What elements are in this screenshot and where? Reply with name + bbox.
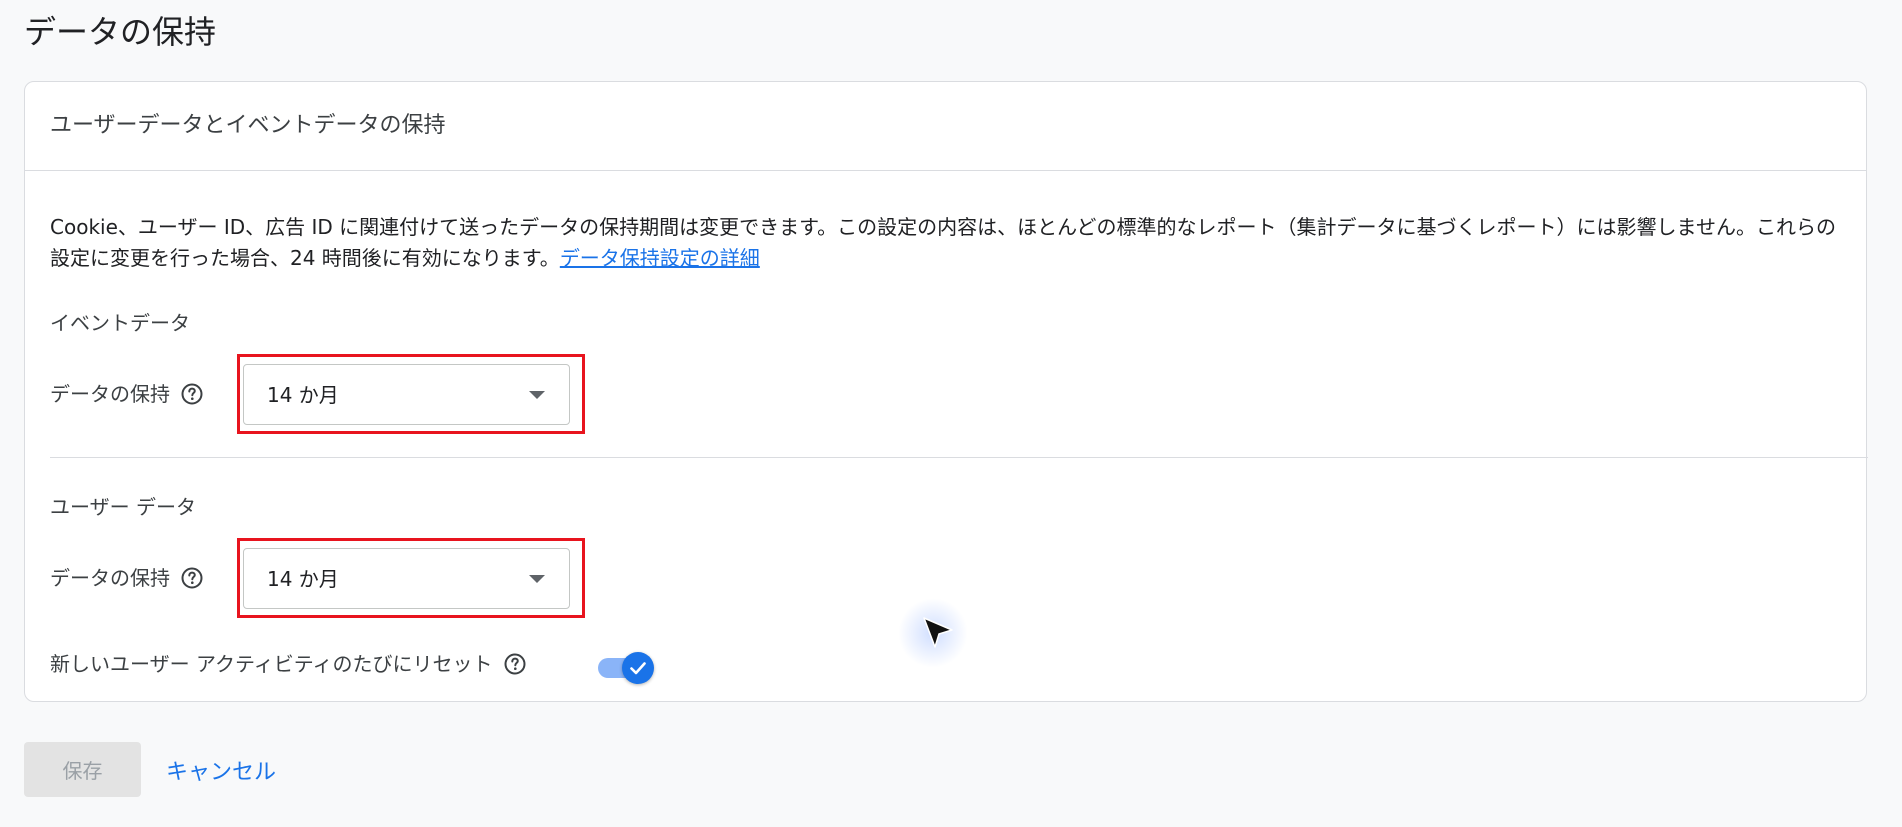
user-retention-select[interactable]: 14 か月 xyxy=(243,548,570,609)
user-retention-label: データの保持 xyxy=(50,566,170,590)
dropdown-arrow-icon xyxy=(529,391,545,399)
card-title: ユーザーデータとイベントデータの保持 xyxy=(50,113,446,138)
user-retention-value: 14 か月 xyxy=(267,567,339,591)
description: Cookie、ユーザー ID、広告 ID に関連付けて送ったデータの保持期間は変… xyxy=(50,212,1850,274)
dropdown-arrow-icon xyxy=(529,575,545,583)
card-header: ユーザーデータとイベントデータの保持 xyxy=(25,82,1866,171)
mouse-cursor-icon xyxy=(918,613,958,653)
save-button[interactable]: 保存 xyxy=(24,742,141,797)
page-title: データの保持 xyxy=(24,13,217,51)
cancel-button[interactable]: キャンセル xyxy=(160,742,282,797)
toggle-knob xyxy=(622,652,654,684)
reset-on-activity-row: 新しいユーザー アクティビティのたびにリセット xyxy=(50,649,527,679)
section-divider xyxy=(50,457,1868,458)
user-retention-label-row: データの保持 xyxy=(50,563,204,593)
reset-on-activity-label: 新しいユーザー アクティビティのたびにリセット xyxy=(50,652,493,676)
help-circle-icon[interactable] xyxy=(180,566,204,590)
event-retention-select[interactable]: 14 か月 xyxy=(243,364,570,425)
event-data-heading: イベントデータ xyxy=(50,311,190,335)
help-circle-icon[interactable] xyxy=(180,382,204,406)
check-icon xyxy=(630,662,646,675)
user-data-heading: ユーザー データ xyxy=(50,495,196,519)
event-retention-label: データの保持 xyxy=(50,382,170,406)
event-retention-value: 14 か月 xyxy=(267,383,339,407)
retention-details-link[interactable]: データ保持設定の詳細 xyxy=(560,246,760,270)
help-circle-icon[interactable] xyxy=(503,652,527,676)
event-retention-label-row: データの保持 xyxy=(50,379,204,409)
reset-on-activity-toggle[interactable] xyxy=(598,650,656,684)
description-text: Cookie、ユーザー ID、広告 ID に関連付けて送ったデータの保持期間は変… xyxy=(50,215,1836,270)
